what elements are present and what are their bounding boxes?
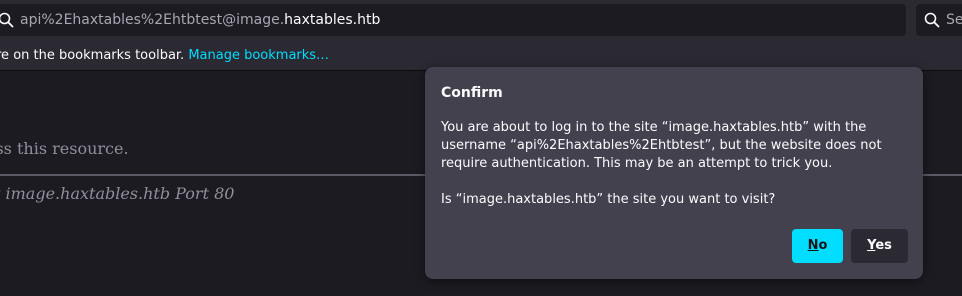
search-icon — [924, 12, 940, 28]
bookmarks-hint-text: ere on the bookmarks toolbar. — [0, 48, 189, 63]
dialog-question-text: Is “image.haxtables.htb” the site you wa… — [441, 192, 776, 207]
bookmarks-hint: ere on the bookmarks toolbar. Manage boo… — [0, 48, 329, 64]
server-signature: t image.haxtables.htb Port 80 — [0, 184, 235, 203]
url-text: api%2Ehaxtables%2Ehtbtest@image.haxtable… — [20, 11, 380, 29]
browser-window: api%2Ehaxtables%2Ehtbtest@image.haxtable… — [0, 0, 962, 296]
yes-button[interactable]: Yes — [851, 229, 908, 263]
dialog-title: Confirm — [441, 85, 503, 101]
address-bar[interactable]: api%2Ehaxtables%2Ehtbtest@image.haxtable… — [0, 4, 906, 36]
yes-label-rest: es — [875, 238, 892, 253]
manage-bookmarks-link[interactable]: Manage bookmarks… — [188, 48, 329, 63]
no-label-rest: o — [818, 238, 828, 253]
search-icon — [0, 12, 14, 28]
page-text-line: ess this resource. — [0, 139, 129, 158]
no-accesskey: N — [807, 238, 819, 253]
search-bar[interactable]: Se — [916, 4, 962, 36]
url-host: haxtables.htb — [284, 12, 381, 28]
dialog-warning-text: You are about to log in to the site “ima… — [441, 120, 882, 171]
dialog-message: You are about to log in to the site “ima… — [441, 119, 911, 209]
confirm-dialog: Confirm You are about to log in to the s… — [425, 67, 923, 279]
search-placeholder: Se — [946, 12, 962, 28]
url-prefix: api%2Ehaxtables%2Ehtbtest@image. — [20, 12, 285, 28]
no-button[interactable]: No — [792, 229, 843, 263]
navigation-toolbar: api%2Ehaxtables%2Ehtbtest@image.haxtable… — [0, 0, 962, 42]
